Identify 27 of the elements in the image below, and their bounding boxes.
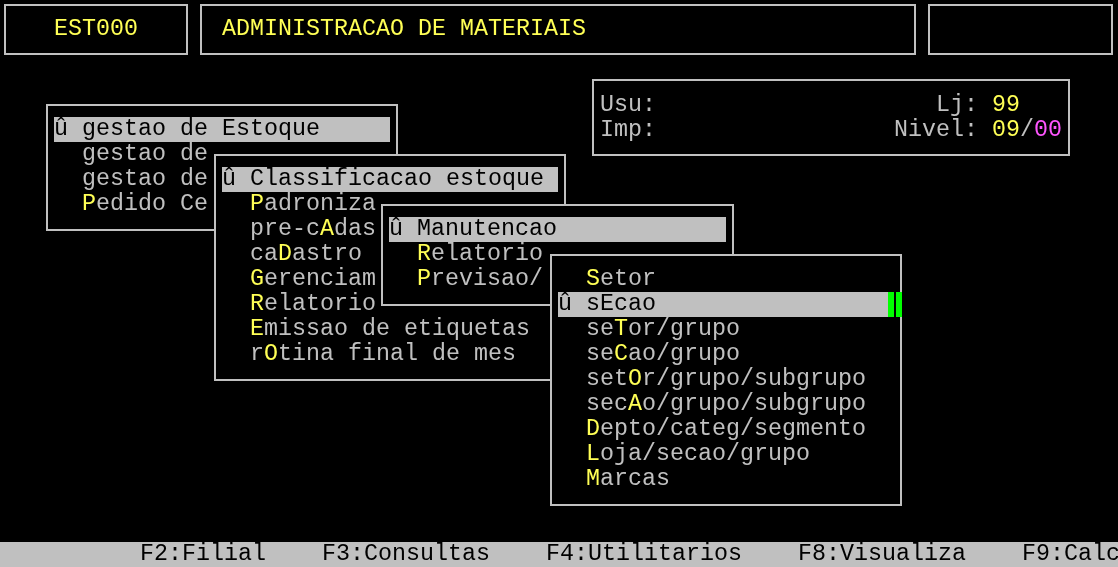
program-code: EST000 <box>54 17 138 42</box>
menu-item[interactable]: Marcas <box>558 466 894 492</box>
screen-title: ADMINISTRACAO DE MATERIAIS <box>222 17 586 42</box>
function-key[interactable]: F4:Utilitarios <box>546 542 742 567</box>
function-key[interactable]: F2:Filial <box>140 542 266 567</box>
menu-item[interactable]: Setor <box>558 266 894 292</box>
menu-item[interactable]: secAo/grupo/subgrupo <box>558 391 894 417</box>
menu-item[interactable]: setOr/grupo/subgrupo <box>558 366 894 392</box>
menu-item[interactable]: seTor/grupo <box>558 316 894 342</box>
cursor-icon <box>888 291 902 317</box>
function-key[interactable]: F3:Consultas <box>322 542 490 567</box>
printer-label: Imp: <box>600 117 656 143</box>
nivel-label: Nivel: <box>894 117 978 143</box>
function-key[interactable]: F8:Visualiza <box>798 542 966 567</box>
menu-item[interactable]: Depto/categ/segmento <box>558 416 894 442</box>
nivel-sub-value: 00 <box>1034 117 1062 143</box>
store-value: 99 <box>992 92 1020 118</box>
nivel-separator: / <box>1020 117 1034 143</box>
function-key[interactable]: F9:Calc <box>1022 542 1118 567</box>
user-label: Usu: <box>600 92 656 118</box>
menu-item[interactable]: seCao/grupo <box>558 341 894 367</box>
menu-item[interactable]: Loja/secao/grupo <box>558 441 894 467</box>
menu-item[interactable]: û gestao de Estoque <box>54 116 390 142</box>
menu-item[interactable]: û Manutencao <box>389 216 726 242</box>
nivel-value: 09 <box>992 117 1020 143</box>
menu-item[interactable]: û Classificacao estoque <box>222 166 558 192</box>
store-label: Lj: <box>936 92 978 118</box>
